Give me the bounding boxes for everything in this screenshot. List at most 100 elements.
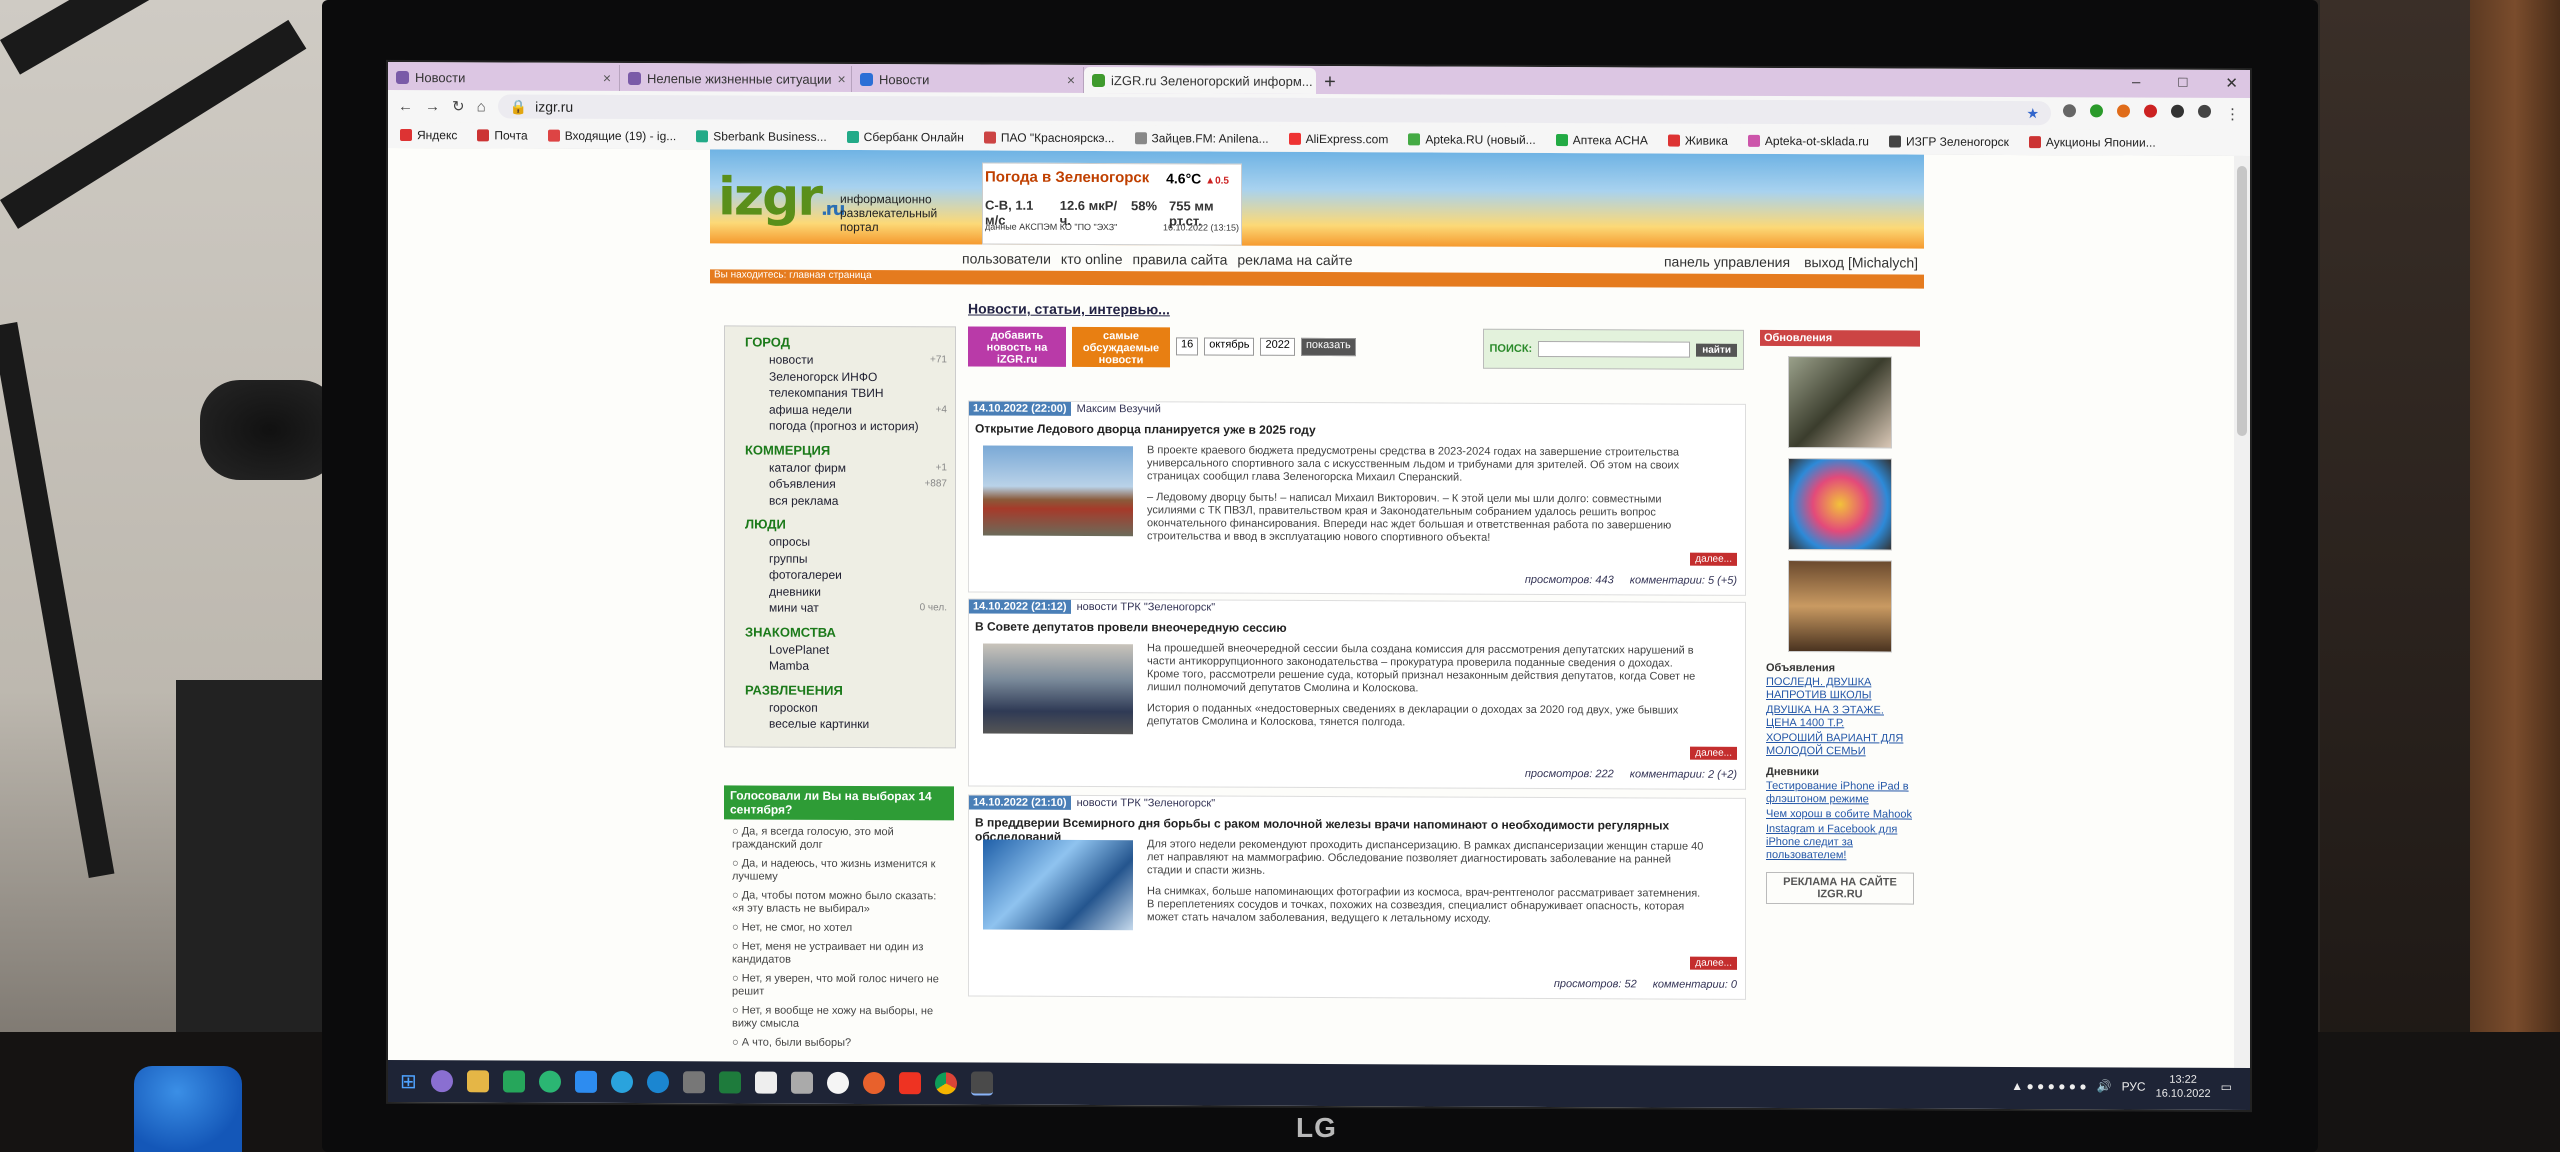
month-select[interactable]: октябрь	[1204, 337, 1255, 356]
new-tab-button[interactable]: +	[1316, 71, 1344, 94]
volume-icon[interactable]: 🔊	[2097, 1079, 2112, 1093]
site-nav-link[interactable]: пользователи	[962, 250, 1051, 266]
back-icon[interactable]: ←	[398, 97, 413, 114]
sidebar-category[interactable]: ЗНАКОМСТВА	[745, 624, 955, 640]
article-title[interactable]: Открытие Ледового дворца планируется уже…	[975, 421, 1739, 438]
poll-option[interactable]: ○ Да, я всегда голосую, это мой гражданс…	[732, 825, 946, 852]
sidebar-item[interactable]: фотогалереи	[769, 567, 955, 584]
bookmark-item[interactable]: Аукционы Японии...	[2028, 135, 2156, 150]
control-panel-link[interactable]: панель управления	[1664, 254, 1790, 271]
radio-icon[interactable]: ○	[732, 972, 742, 984]
poll-option[interactable]: ○ Да, чтобы потом можно было сказать: «я…	[732, 889, 946, 916]
read-more-button[interactable]: далее...	[1690, 746, 1737, 760]
update-thumbnail[interactable]	[1788, 356, 1892, 449]
chrome-icon[interactable]	[934, 1072, 957, 1095]
bookmark-item[interactable]: Входящие (19) - ig...	[547, 129, 676, 143]
skype-icon[interactable]	[646, 1071, 669, 1094]
center-title[interactable]: Новости, статьи, интервью...	[968, 300, 1744, 319]
sidebar-item[interactable]: опросы	[769, 534, 955, 551]
browser-tab[interactable]: Нелепые жизненные ситуации ×	[620, 64, 852, 92]
sidebar-category[interactable]: ГОРОД	[745, 334, 955, 350]
sidebar-item[interactable]: мини чат 0 чел.	[769, 600, 955, 617]
ad-link[interactable]: ДВУШКА НА 3 ЭТАЖЕ. ЦЕНА 1400 Т.Р.	[1766, 704, 1914, 731]
minimize-button[interactable]: –	[2132, 74, 2140, 92]
logout-link[interactable]: выход [Michalych]	[1804, 254, 1918, 270]
extension-icon[interactable]	[2063, 104, 2076, 118]
poll-option[interactable]: ○ А что, были выборы?	[732, 1036, 946, 1050]
active-app-icon[interactable]	[970, 1071, 993, 1096]
sidebar-item[interactable]: веселые картинки	[769, 716, 955, 733]
diary-link[interactable]: Instagram и Facebook для iPhone следит з…	[1766, 823, 1914, 863]
sidebar-item[interactable]: объявления +887	[769, 476, 955, 493]
site-nav-link[interactable]: реклама на сайте	[1237, 252, 1352, 269]
comments-link[interactable]: комментарии: 0	[1653, 978, 1737, 990]
article-author[interactable]: новости ТРК "Зеленогорск"	[1077, 601, 1216, 614]
tab-close-icon[interactable]: ×	[838, 71, 846, 87]
radio-icon[interactable]: ○	[732, 825, 742, 837]
url-field[interactable]: 🔒 izgr.ru ★	[497, 94, 2051, 126]
read-more-button[interactable]: далее...	[1690, 552, 1737, 566]
search-input[interactable]	[1538, 340, 1691, 358]
site-nav-link[interactable]: кто online	[1061, 251, 1123, 267]
diary-link[interactable]: Тестирование iPhone iPad в флэштоном реж…	[1766, 780, 1914, 807]
windows-start-icon[interactable]: ⊞	[400, 1068, 417, 1093]
taskbar-app-icon[interactable]	[790, 1071, 813, 1094]
poll-option[interactable]: ○ Да, и надеюсь, что жизнь изменится к л…	[732, 857, 946, 884]
extension-icon[interactable]	[2090, 104, 2103, 118]
reload-icon[interactable]: ↻	[452, 97, 465, 115]
sidebar-item[interactable]: вся реклама	[769, 492, 955, 509]
sidebar-item[interactable]: телекомпания ТВИН	[769, 385, 955, 402]
update-thumbnail[interactable]	[1788, 458, 1892, 551]
extension-icon[interactable]	[2117, 104, 2130, 118]
search-button[interactable]: найти	[1696, 343, 1737, 357]
yandex-icon[interactable]	[826, 1071, 849, 1094]
bookmark-item[interactable]: Почта	[477, 128, 528, 143]
article-title[interactable]: В Совете депутатов провели внеочередную …	[975, 619, 1739, 636]
telegram-icon[interactable]	[610, 1070, 633, 1094]
radio-icon[interactable]: ○	[732, 1036, 742, 1048]
bookmark-star-icon[interactable]: ★	[2026, 105, 2039, 122]
sidebar-item[interactable]: дневники	[769, 583, 955, 600]
browser-tab[interactable]: Новости ×	[388, 63, 620, 91]
article-author[interactable]: новости ТРК "Зеленогорск"	[1077, 797, 1216, 810]
taskbar-app-icon[interactable]	[430, 1070, 453, 1093]
bookmark-item[interactable]: Apteka-ot-sklada.ru	[1747, 134, 1869, 148]
diary-link[interactable]: Чем хорош в собите Mahook	[1766, 808, 1914, 822]
popular-news-button[interactable]: самые обсуждаемые новости	[1072, 326, 1170, 368]
sidebar-item[interactable]: новости +71	[769, 352, 955, 369]
notifications-icon[interactable]: ▭	[2221, 1080, 2232, 1094]
browser-tab[interactable]: Новости ×	[852, 65, 1084, 93]
scroll-thumb[interactable]	[2237, 166, 2247, 437]
puzzle-icon[interactable]	[2171, 104, 2184, 118]
menu-icon[interactable]: ⋮	[2225, 105, 2240, 123]
year-select[interactable]: 2022	[1260, 337, 1295, 356]
sidebar-item[interactable]: каталог фирм +1	[769, 459, 955, 476]
bookmark-item[interactable]: Sberbank Business...	[696, 129, 827, 144]
weather-widget[interactable]: Погода в Зеленогорск 4.6°C ▲0.5 С-В, 1.1…	[982, 162, 1242, 246]
radio-icon[interactable]: ○	[732, 1004, 742, 1016]
clock[interactable]: 13:22 16.10.2022	[2156, 1073, 2211, 1101]
day-select[interactable]: 16	[1176, 337, 1199, 356]
language-indicator[interactable]: РУС	[2122, 1080, 2146, 1094]
site-nav-link[interactable]: правила сайта	[1132, 251, 1227, 267]
sidebar-category[interactable]: КОММЕРЦИЯ	[745, 442, 955, 458]
radio-icon[interactable]: ○	[732, 921, 742, 933]
home-icon[interactable]: ⌂	[477, 98, 486, 115]
bookmark-item[interactable]: ПАО "Красноярскэ...	[983, 131, 1115, 145]
sidebar-category[interactable]: ЛЮДИ	[745, 516, 955, 532]
tab-close-icon[interactable]: ×	[1067, 72, 1075, 88]
comments-link[interactable]: комментарии: 5 (+5)	[1630, 574, 1737, 586]
maximize-button[interactable]: □	[2178, 74, 2187, 92]
ad-box[interactable]: РЕКЛАМА НА САЙТЕ IZGR.RU	[1766, 871, 1914, 905]
yandex-browser-icon[interactable]	[898, 1072, 921, 1095]
poll-option[interactable]: ○ Нет, не смог, но хотел	[732, 921, 946, 935]
ad-link[interactable]: ХОРОШИЙ ВАРИАНТ ДЛЯ МОЛОДОЙ СЕМЬИ	[1766, 732, 1914, 759]
tab-close-icon[interactable]: ×	[603, 70, 611, 86]
bookmark-item[interactable]: Живика	[1667, 134, 1728, 148]
browser-tab[interactable]: iZGR.ru Зеленогорский информ...×	[1084, 66, 1316, 94]
read-more-button[interactable]: далее...	[1690, 956, 1737, 970]
radio-icon[interactable]: ○	[732, 889, 742, 901]
sidebar-item[interactable]: Зеленогорск ИНФО	[769, 368, 955, 385]
add-news-button[interactable]: добавить новость на iZGR.ru	[968, 326, 1066, 367]
bookmark-item[interactable]: Яндекс	[400, 128, 457, 142]
